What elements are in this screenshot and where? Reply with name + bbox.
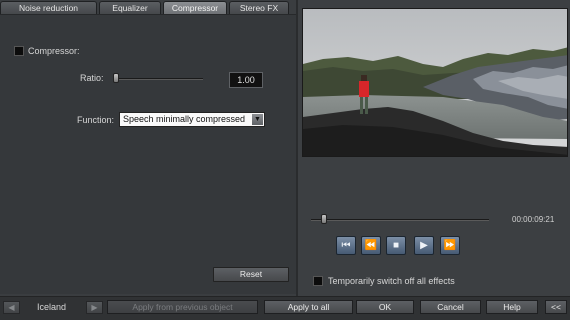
object-name: Iceland [37,302,67,312]
previous-object-arrow-icon[interactable]: ◀ [3,301,20,314]
video-frame-image [303,9,567,156]
chevron-down-icon[interactable]: ▼ [252,114,263,125]
timeline-track[interactable] [311,219,489,221]
ratio-value-field[interactable]: 1.00 [229,72,263,88]
function-label: Function: [77,115,115,125]
compressor-checkbox[interactable] [14,46,24,56]
timecode-display: 00:00:09:21 [512,215,555,224]
compressor-panel: Compressor: Ratio: 1.00 Function: Speech… [0,14,296,294]
tab-stereo-fx[interactable]: Stereo FX [229,1,289,14]
apply-from-previous-button[interactable]: Apply from previous object [107,300,258,314]
function-dropdown[interactable]: Speech minimally compressed ▼ [119,112,265,127]
video-preview [302,8,568,157]
cancel-button[interactable]: Cancel [420,300,481,314]
function-dropdown-value: Speech minimally compressed [123,114,246,124]
compressor-checkbox-label: Compressor: [28,46,80,56]
timeline-playhead[interactable] [321,214,328,224]
tab-equalizer[interactable]: Equalizer [99,1,161,14]
next-object-arrow-icon[interactable]: ▶ [86,301,103,314]
stop-icon[interactable]: ■ [386,236,406,255]
play-icon[interactable]: ▶ [414,236,434,255]
collapse-button[interactable]: << [545,300,567,314]
tab-compressor[interactable]: Compressor [163,1,227,14]
help-button[interactable]: Help [486,300,538,314]
rewind-icon[interactable]: ⏪ [361,236,381,255]
fast-forward-icon[interactable]: ⏩ [440,236,460,255]
ratio-slider-handle[interactable] [113,73,119,83]
bypass-effects-checkbox[interactable] [313,276,323,286]
ok-button[interactable]: OK [356,300,414,314]
ratio-slider-track[interactable] [113,78,203,80]
tab-noise-reduction[interactable]: Noise reduction [0,1,97,14]
reset-button[interactable]: Reset [213,267,289,282]
effects-tab-bar: Noise reduction Equalizer Compressor Ste… [0,0,296,14]
skip-to-start-icon[interactable]: ⏮ [336,236,356,255]
ratio-label: Ratio: [80,73,104,83]
bypass-effects-label: Temporarily switch off all effects [328,276,455,286]
bottom-toolbar: ◀ Iceland ▶ Apply from previous object A… [0,296,570,320]
apply-to-all-button[interactable]: Apply to all [264,300,353,314]
preview-panel: 00:00:09:21 ⏮ ⏪ ■ ▶ ⏩ Temporarily switch… [298,0,570,296]
